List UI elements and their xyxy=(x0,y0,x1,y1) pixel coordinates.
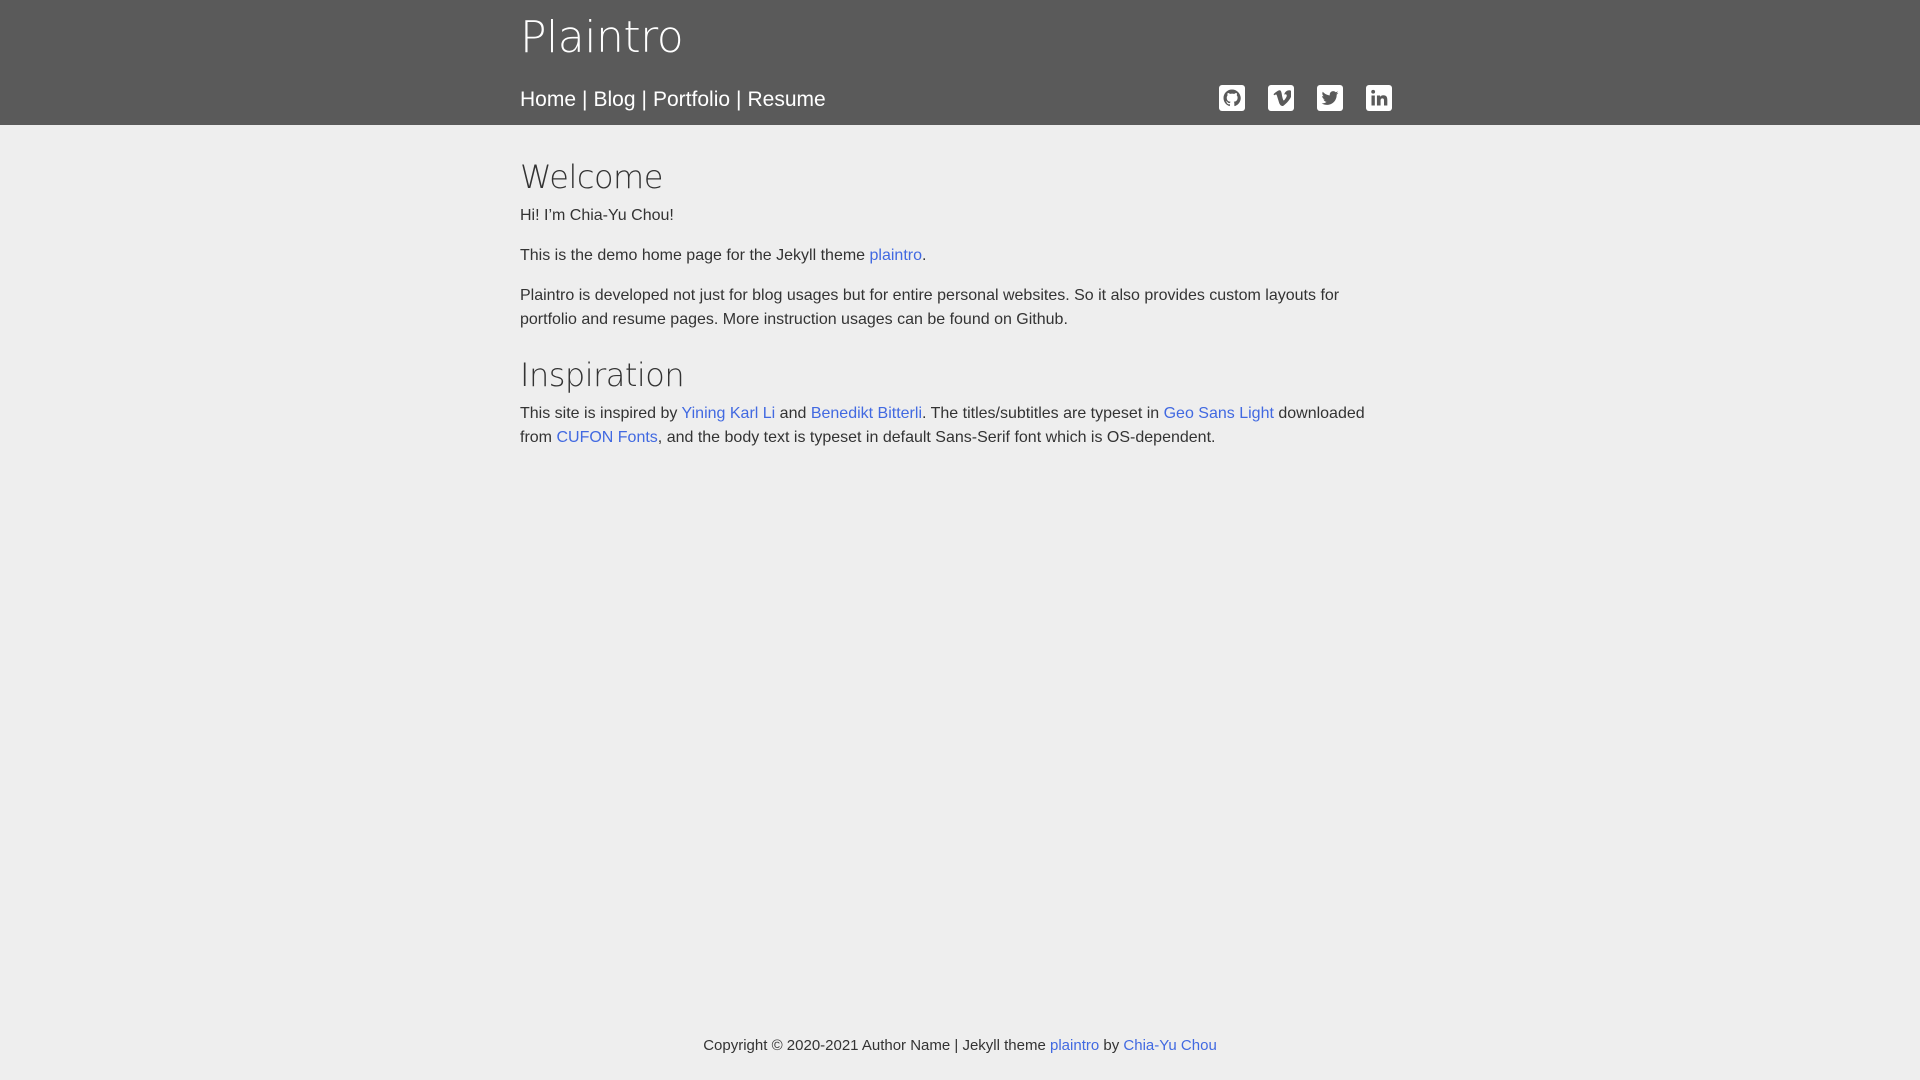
nav-blog[interactable]: Blog xyxy=(594,88,636,111)
social-links xyxy=(1219,85,1392,111)
site-header: Plaintro Home | Blog | Portfolio | Resume xyxy=(0,0,1920,125)
footer-plaintro-link[interactable]: plaintro xyxy=(1050,1037,1099,1054)
site-title-link[interactable]: Plaintro xyxy=(520,8,684,68)
yining-karl-li-link[interactable]: Yining Karl Li xyxy=(682,405,776,422)
welcome-paragraph-2: This is the demo home page for the Jekyl… xyxy=(520,244,1380,268)
footer-author-link[interactable]: Chia-Yu Chou xyxy=(1123,1037,1216,1054)
main-nav: Home | Blog | Portfolio | Resume xyxy=(520,86,826,114)
welcome-paragraph-3: Plaintro is developed not just for blog … xyxy=(520,287,1340,328)
footer-text: by xyxy=(1099,1037,1124,1054)
nav-separator: | xyxy=(736,88,742,111)
inspiration-paragraph: This site is inspired by Yining Karl Li … xyxy=(520,402,1380,450)
nav-separator: | xyxy=(641,88,647,111)
geo-sans-light-link[interactable]: Geo Sans Light xyxy=(1164,405,1274,422)
paragraph-text: and xyxy=(775,405,811,422)
paragraph-text: . xyxy=(922,247,927,264)
welcome-paragraph-1: Hi! I’m Chia-Yu Chou! xyxy=(520,207,674,224)
inspiration-heading: Inspiration xyxy=(520,356,685,394)
paragraph-text: . The titles/subtitles are typeset in xyxy=(922,405,1164,422)
github-icon[interactable] xyxy=(1219,85,1245,111)
nav-separator: | xyxy=(582,88,588,111)
linkedin-icon[interactable] xyxy=(1366,85,1392,111)
main-content: Welcome Hi! I’m Chia-Yu Chou! This is th… xyxy=(520,150,1380,466)
copyright-text: Copyright © 2020-2021 Author Name | Jeky… xyxy=(703,1037,1050,1054)
twitter-icon[interactable] xyxy=(1317,85,1343,111)
welcome-heading: Welcome xyxy=(520,158,663,196)
cufon-fonts-link[interactable]: CUFON Fonts xyxy=(556,429,657,446)
paragraph-text: This site is inspired by xyxy=(520,405,682,422)
nav-resume[interactable]: Resume xyxy=(748,88,826,111)
benedikt-bitterli-link[interactable]: Benedikt Bitterli xyxy=(811,405,922,422)
plaintro-link[interactable]: plaintro xyxy=(870,247,922,264)
nav-portfolio[interactable]: Portfolio xyxy=(653,88,730,111)
vimeo-icon[interactable] xyxy=(1268,85,1294,111)
nav-home[interactable]: Home xyxy=(520,88,576,111)
site-footer: Copyright © 2020-2021 Author Name | Jeky… xyxy=(0,1034,1920,1058)
paragraph-text: This is the demo home page for the Jekyl… xyxy=(520,247,870,264)
paragraph-text: , and the body text is typeset in defaul… xyxy=(657,429,1216,446)
